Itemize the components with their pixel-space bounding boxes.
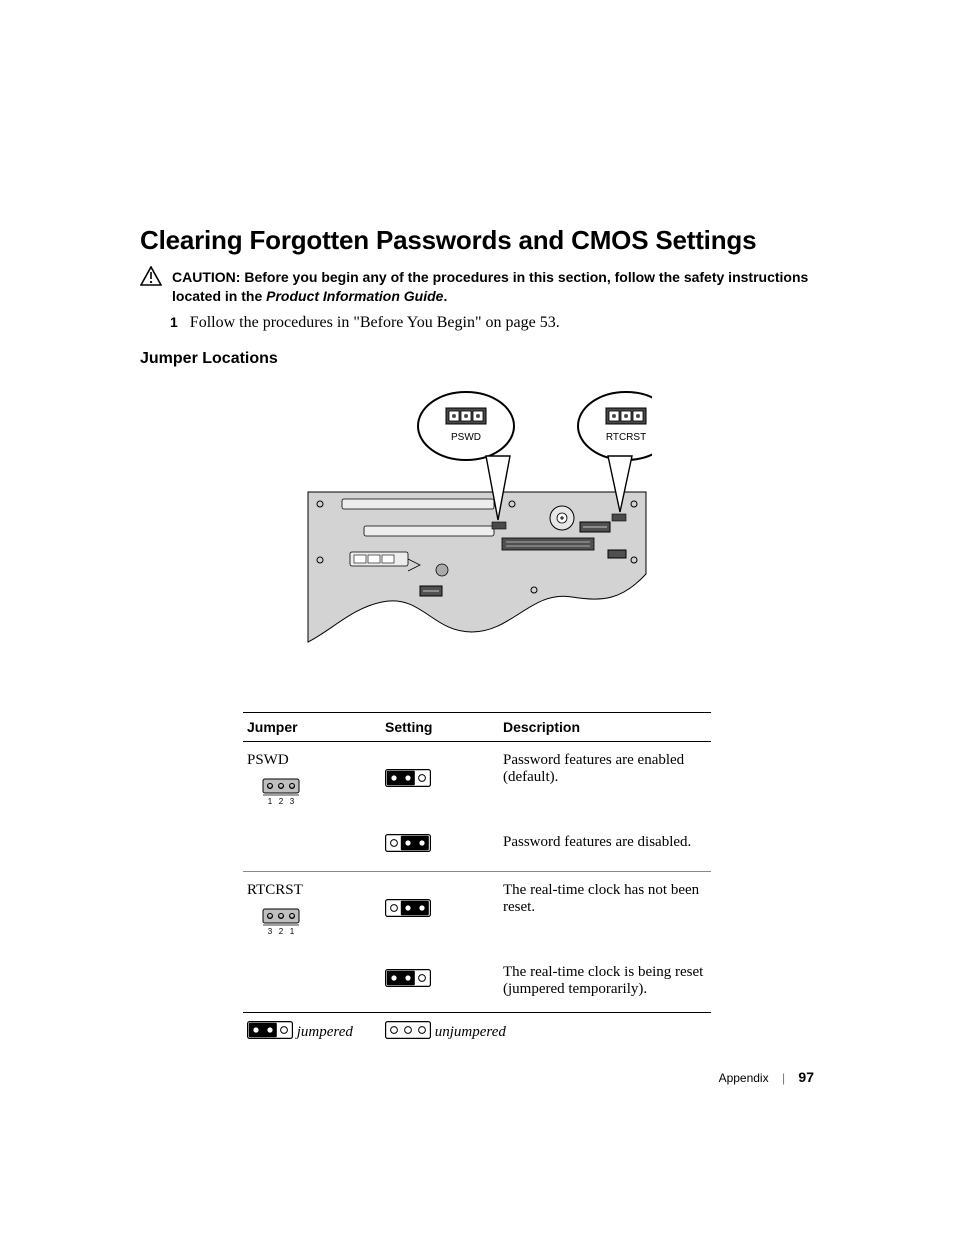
th-jumper: Jumper <box>243 712 381 741</box>
subheading: Jumper Locations <box>140 350 814 368</box>
cell-description: Password features are disabled. <box>499 824 711 872</box>
footer-divider: | <box>782 1071 785 1085</box>
jumper-diagram: PSWD RTCRST <box>140 382 814 662</box>
jumper-setting-glyph <box>385 905 431 921</box>
cell-description: The real-time clock is being reset (jump… <box>499 954 711 1013</box>
caution-text: CAUTION: Before you begin any of the pro… <box>172 266 814 306</box>
legend-unjumpered: unjumpered <box>381 1012 711 1052</box>
step-1: 1 Follow the procedures in "Before You B… <box>170 314 814 332</box>
step-text: Follow the procedures in "Before You Beg… <box>190 314 560 332</box>
jumper-setting-glyph <box>385 775 431 791</box>
table-row: PSWD 123 Password features are enabled (de… <box>243 741 711 824</box>
page-title: Clearing Forgotten Passwords and CMOS Se… <box>140 225 814 256</box>
legend-jumpered-label: jumpered <box>297 1024 353 1040</box>
svg-text:2: 2 <box>279 797 284 805</box>
svg-text:2: 2 <box>279 927 284 935</box>
cell-jumper: PSWD 123 <box>243 741 381 824</box>
callout-rtcrst: RTCRST <box>606 432 646 443</box>
th-description: Description <box>499 712 711 741</box>
jumper-table: Jumper Setting Description PSWD123Passwo… <box>243 712 711 1052</box>
caution-icon <box>140 266 162 291</box>
legend-unjumpered-label: unjumpered <box>435 1024 506 1040</box>
svg-text:3: 3 <box>290 797 295 805</box>
cell-jumper <box>243 824 381 872</box>
jumper-setting-glyph <box>385 975 431 991</box>
cell-setting <box>381 741 499 824</box>
table-row: Password features are disabled. <box>243 824 711 872</box>
cell-setting <box>381 871 499 954</box>
th-setting: Setting <box>381 712 499 741</box>
jumper-name: RTCRST <box>247 882 377 899</box>
table-row: RTCRST 321 The real-time clock has not bee… <box>243 871 711 954</box>
footer-page: 97 <box>798 1069 814 1085</box>
page-footer: Appendix | 97 <box>719 1069 814 1085</box>
legend-jumpered-glyph <box>247 1021 293 1044</box>
svg-text:1: 1 <box>290 927 295 935</box>
step-number: 1 <box>170 314 178 332</box>
cell-jumper <box>243 954 381 1013</box>
cell-description: Password features are enabled (default). <box>499 741 711 824</box>
cell-description: The real-time clock has not been reset. <box>499 871 711 954</box>
jumper-name: PSWD <box>247 752 377 769</box>
cell-setting <box>381 954 499 1013</box>
legend-jumpered: jumpered <box>243 1012 381 1052</box>
legend-row: jumpered unjumpered <box>243 1012 711 1052</box>
svg-text:1: 1 <box>268 797 273 805</box>
cell-setting <box>381 824 499 872</box>
jumper-setting-glyph <box>385 840 431 856</box>
callout-pswd: PSWD <box>451 432 481 443</box>
table-row: The real-time clock is being reset (jump… <box>243 954 711 1013</box>
svg-text:3: 3 <box>268 927 273 935</box>
footer-section: Appendix <box>719 1071 769 1085</box>
caution-block: CAUTION: Before you begin any of the pro… <box>140 266 814 306</box>
jumper-header-glyph: 321 <box>261 907 377 940</box>
jumper-header-glyph: 123 <box>261 777 377 810</box>
cell-jumper: RTCRST 321 <box>243 871 381 954</box>
legend-unjumpered-glyph <box>385 1021 431 1044</box>
